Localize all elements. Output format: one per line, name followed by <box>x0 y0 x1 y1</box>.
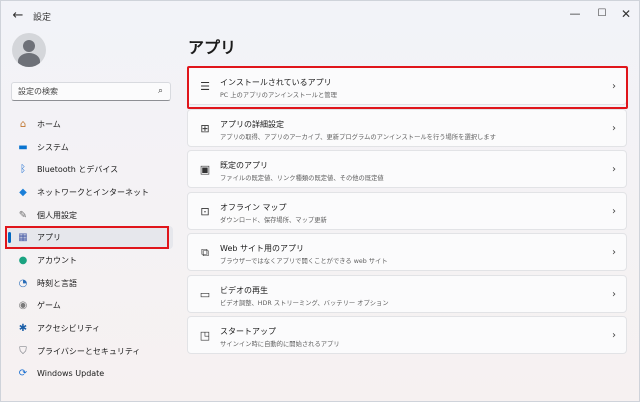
card-title: Web サイト用のアプリ <box>220 244 304 253</box>
sidebar-item-6[interactable]: ● アカウント <box>7 249 173 272</box>
settings-card-6[interactable]: ◳ スタートアップサインイン時に自動的に開始されるアプリ › <box>187 316 627 354</box>
sidebar-highlight <box>5 226 169 249</box>
chevron-right-icon: › <box>612 330 616 341</box>
sidebar-item-label: 時刻と言語 <box>37 278 77 288</box>
avatar-body <box>18 53 40 67</box>
chevron-right-icon: › <box>612 164 616 175</box>
sidebar-item-label: プライバシーとセキュリティ <box>37 346 141 356</box>
sidebar-item-1[interactable]: ▬ システム <box>7 136 173 159</box>
card-description: ビデオ調整、HDR ストリーミング、バッテリー オプション <box>220 299 389 307</box>
settings-card-4[interactable]: ⧉ Web サイト用のアプリブラウザーではなくアプリで開くことができる web サ… <box>187 233 627 271</box>
account-icon: ● <box>18 254 28 266</box>
card-title: アプリの詳細設定 <box>220 119 284 129</box>
sidebar-item-label: 個人用設定 <box>37 210 77 220</box>
home-icon: ⌂ <box>19 118 27 130</box>
list-icon: ☰ <box>200 80 210 93</box>
default-apps-icon: ▣ <box>199 163 211 176</box>
sidebar-nav: ⌂ ホーム ▬ システム ᛒ Bluetooth とデバイス ◆ ネットワークとインターネット… <box>7 113 173 385</box>
card-title: 既定のアプリ <box>220 161 268 170</box>
settings-card-2[interactable]: ▣ 既定のアプリファイルの既定値、リンク種類の既定値、その他の既定値 › <box>187 150 627 188</box>
sidebar-item-label: Bluetooth とデバイス <box>37 165 119 175</box>
card-description: ブラウザーではなくアプリで開くことができる web サイト <box>220 258 388 265</box>
card-description: アプリの取得、アプリのアーカイブ、更新プログラムのアンインストールを行う場所を選… <box>220 133 496 141</box>
sidebar-item-label: システム <box>37 142 69 152</box>
sidebar-item-label: アクセシビリティ <box>37 324 101 334</box>
search-icon[interactable]: ⌕ <box>158 85 170 97</box>
arrow-left-icon: ← <box>12 8 24 23</box>
sidebar-item-7[interactable]: ◔ 時刻と言語 <box>7 272 173 295</box>
card-title: オフライン マップ <box>220 202 287 212</box>
monitor-icon: ▬ <box>18 141 28 153</box>
sidebar-item-3[interactable]: ◆ ネットワークとインターネット <box>7 181 173 204</box>
gamepad-icon: ◉ <box>18 300 28 312</box>
chevron-right-icon: › <box>612 81 616 92</box>
card-title: ビデオの再生 <box>220 285 268 295</box>
chevron-right-icon: › <box>612 122 616 134</box>
sidebar-item-8[interactable]: ◉ ゲーム <box>7 295 173 318</box>
chevron-right-icon: › <box>612 205 616 217</box>
search-input[interactable] <box>18 83 153 100</box>
sidebar-item-label: アカウント <box>37 255 77 265</box>
card-description: サインイン時に自動的に開始されるアプリ <box>220 341 340 348</box>
sidebar-item-label: ゲーム <box>37 301 61 311</box>
card-description: ダウンロード、保存場所、マップ更新 <box>220 216 327 224</box>
card-description: PC 上のアプリのアンインストールと管理 <box>220 92 337 99</box>
bluetooth-icon: ᛒ <box>20 164 26 176</box>
sidebar-item-0[interactable]: ⌂ ホーム <box>7 113 173 136</box>
settings-card-5[interactable]: ▭ ビデオの再生ビデオ調整、HDR ストリーミング、バッテリー オプション › <box>187 274 627 313</box>
sidebar-item-10[interactable]: ⛉ プライバシーとセキュリティ <box>7 340 173 363</box>
card-description: ファイルの既定値、リンク種類の既定値、その他の既定値 <box>220 175 384 182</box>
card-title: インストールされているアプリ <box>220 78 332 87</box>
minimize-button[interactable]: — <box>563 5 587 23</box>
close-button[interactable]: ✕ <box>614 5 638 23</box>
accessibility-icon: ✱ <box>18 323 28 335</box>
back-button[interactable]: ← <box>9 7 27 25</box>
update-icon: ⟳ <box>18 368 28 380</box>
app-settings-icon: ⊞ <box>200 121 210 135</box>
sidebar-item-label: ホーム <box>37 119 61 129</box>
shield-icon: ⛉ <box>19 345 27 357</box>
sidebar-item-9[interactable]: ✱ アクセシビリティ <box>7 317 173 340</box>
settings-card-list: ☰ インストールされているアプリ PC 上のアプリのアンインストールと管理 › ⊞ アプリ… <box>187 67 627 358</box>
startup-icon: ◳ <box>199 329 211 342</box>
settings-card-3[interactable]: ⊡ オフライン マップダウンロード、保存場所、マップ更新 › <box>187 191 627 230</box>
chevron-right-icon: › <box>612 247 616 258</box>
wifi-icon: ◆ <box>19 186 27 198</box>
avatar[interactable] <box>12 33 46 67</box>
brush-icon: ✎ <box>18 209 28 221</box>
settings-window: ← 設定 — ☐ ✕ ⌕ ⌂ ホーム ▬ システム ᛒ Bluetooth とデバイス ◆ ネ… <box>0 0 640 402</box>
card-title: スタートアップ <box>220 327 276 336</box>
maximize-button[interactable]: ☐ <box>590 5 614 23</box>
video-icon: ▭ <box>199 287 211 301</box>
sidebar-item-2[interactable]: ᛒ Bluetooth とデバイス <box>7 158 173 181</box>
sidebar-item-label: ネットワークとインターネット <box>37 187 149 197</box>
avatar-head <box>23 40 35 52</box>
settings-card-0[interactable]: ☰ インストールされているアプリ PC 上のアプリのアンインストールと管理 › <box>187 67 627 105</box>
sidebar-item-11[interactable]: ⟳ Windows Update <box>7 363 173 386</box>
title-bar: ← 設定 — ☐ ✕ <box>1 1 640 31</box>
web-apps-icon: ⧉ <box>201 246 209 259</box>
chevron-right-icon: › <box>612 288 616 300</box>
window-title: 設定 <box>33 13 52 23</box>
map-icon: ⊡ <box>200 204 210 218</box>
sidebar-item-label: Windows Update <box>37 369 105 379</box>
globe-clock-icon: ◔ <box>18 277 28 289</box>
search-box: ⌕ <box>11 82 171 101</box>
settings-card-1[interactable]: ⊞ アプリの詳細設定アプリの取得、アプリのアーカイブ、更新プログラムのアンインスト… <box>187 108 627 147</box>
sidebar-item-4[interactable]: ✎ 個人用設定 <box>7 204 173 227</box>
page-title: アプリ <box>188 38 237 57</box>
